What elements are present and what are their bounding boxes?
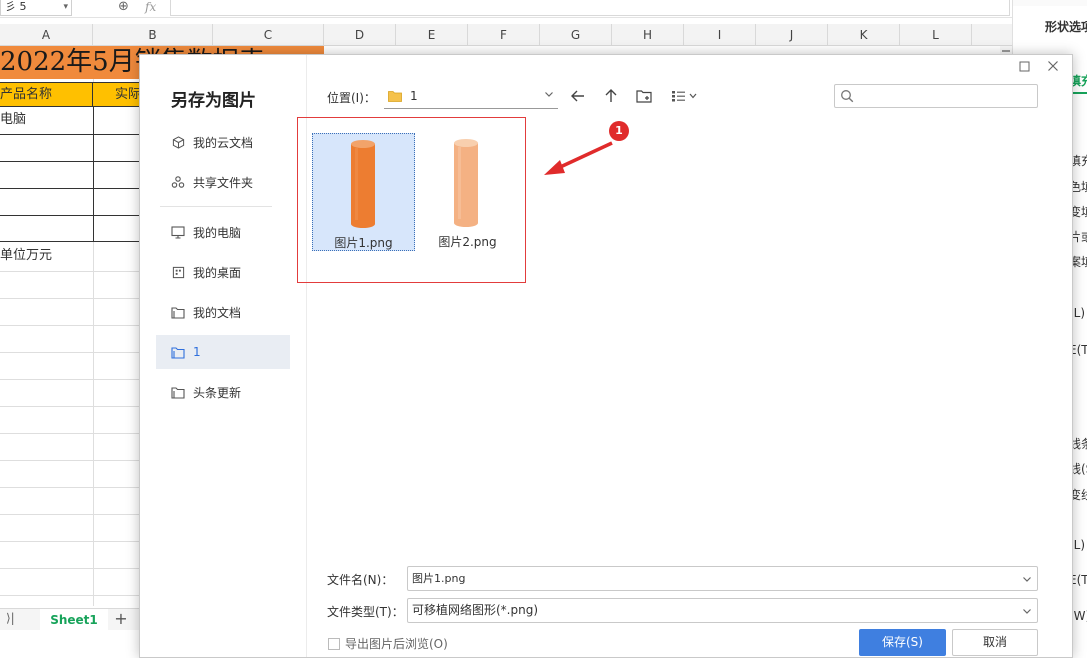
- arrow-up-icon: [605, 89, 617, 102]
- column-header-a[interactable]: A: [0, 24, 93, 46]
- up-folder-button[interactable]: [600, 86, 622, 106]
- folder-icon: [171, 345, 185, 359]
- unit-cell[interactable]: 单位万元: [0, 243, 52, 269]
- chevron-down-icon[interactable]: [1022, 574, 1032, 584]
- nav-label: 我的云文档: [193, 135, 254, 150]
- nav-label: 我的桌面: [193, 265, 242, 280]
- header-row: 产品名称 实际: [0, 82, 141, 107]
- cube-icon: [171, 135, 185, 149]
- save-button[interactable]: 保存(S): [859, 629, 946, 656]
- cylinder-thumbnail-icon: [351, 140, 375, 228]
- formula-bar: 彡 5 ▾ ⊕ fx: [0, 0, 1087, 18]
- back-button[interactable]: [567, 86, 589, 106]
- task-pane-title: 形状选项: [1045, 20, 1087, 34]
- column-header-b[interactable]: B: [93, 24, 213, 46]
- new-folder-button[interactable]: [633, 86, 655, 106]
- file-name: 图片1.png: [334, 236, 393, 250]
- cell-a3[interactable]: 电脑: [0, 107, 26, 133]
- file-item-picture2[interactable]: 图片2.png: [416, 133, 519, 251]
- nav-my-documents[interactable]: 我的文档: [156, 295, 290, 329]
- nav-label: 1: [193, 345, 201, 359]
- fx-label[interactable]: fx: [145, 0, 156, 14]
- folder-icon: [171, 385, 185, 399]
- dialog-sidebar: 另存为图片 我的云文档 共享文件夹 我的电脑 我的桌面 我的文档 1 头条更新: [140, 55, 307, 657]
- filename-value: 图片1.png: [412, 572, 466, 585]
- nav-label: 头条更新: [193, 385, 242, 400]
- filetype-label: 文件类型(T)：: [327, 605, 404, 619]
- name-box-value: 彡 5: [5, 0, 27, 13]
- column-header-h[interactable]: H: [612, 24, 684, 46]
- column-header-k[interactable]: K: [828, 24, 900, 46]
- last-sheet-icon[interactable]: ⟩|: [6, 611, 15, 625]
- filetype-select[interactable]: 可移植网络图形(*.png): [407, 598, 1038, 623]
- location-label: 位置(I)：: [327, 91, 376, 105]
- cancel-button[interactable]: 取消: [952, 629, 1038, 656]
- data-block: 电脑: [0, 107, 140, 242]
- file-item-picture1[interactable]: 图片1.png: [312, 133, 415, 251]
- file-name: 图片2.png: [438, 235, 497, 249]
- chevron-down-icon[interactable]: ▾: [63, 0, 68, 14]
- name-box[interactable]: 彡 5 ▾: [0, 0, 72, 16]
- desktop-icon: [171, 265, 185, 279]
- chevron-down-icon: [545, 92, 553, 97]
- nav-shared-folder[interactable]: 共享文件夹: [156, 165, 290, 199]
- nav-label: 共享文件夹: [193, 175, 254, 190]
- annotation-badge: 1: [609, 121, 629, 141]
- filename-field[interactable]: 图片1.png: [407, 566, 1038, 591]
- search-input[interactable]: [834, 84, 1038, 108]
- formula-input[interactable]: [170, 0, 1010, 16]
- filename-label: 文件名(N)：: [327, 573, 394, 587]
- nav-label: 我的文档: [193, 305, 242, 320]
- list-view-icon: [672, 91, 697, 102]
- browse-after-export-checkbox[interactable]: 导出图片后浏览(O): [328, 635, 448, 652]
- annotation-arrow-icon: [544, 141, 613, 175]
- dialog-title: 另存为图片: [171, 91, 256, 111]
- share-icon: [171, 175, 185, 189]
- folder-icon: [388, 90, 402, 102]
- view-mode-button[interactable]: [670, 86, 700, 106]
- header-product-name[interactable]: 产品名称: [0, 83, 93, 106]
- cylinder-thumbnail-icon: [454, 139, 478, 227]
- nav-my-computer[interactable]: 我的电脑: [156, 215, 290, 249]
- column-header-d[interactable]: D: [324, 24, 396, 46]
- tab-sheet1[interactable]: Sheet1: [40, 609, 108, 631]
- browse-after-export-label: 导出图片后浏览(O): [345, 637, 448, 651]
- column-header-f[interactable]: F: [468, 24, 540, 46]
- add-sheet-button[interactable]: +: [112, 609, 130, 631]
- nav-toutiao-updates[interactable]: 头条更新: [156, 375, 290, 409]
- column-header-l[interactable]: L: [900, 24, 972, 46]
- header-actual[interactable]: 实际: [115, 83, 141, 106]
- save-as-picture-dialog: 另存为图片 我的云文档 共享文件夹 我的电脑 我的桌面 我的文档 1 头条更新 …: [139, 54, 1073, 658]
- nav-divider: [160, 206, 272, 207]
- maximize-icon: [1019, 61, 1029, 71]
- zoom-icon[interactable]: ⊕: [118, 0, 129, 14]
- location-value: 1: [410, 88, 418, 103]
- nav-my-desktop[interactable]: 我的桌面: [156, 255, 290, 289]
- location-select[interactable]: 1: [384, 83, 558, 109]
- close-icon: [1048, 61, 1058, 71]
- folder-icon: [171, 305, 185, 319]
- nav-folder-1[interactable]: 1: [156, 335, 290, 369]
- nav-cloud-docs[interactable]: 我的云文档: [156, 125, 290, 159]
- checkbox-box[interactable]: [328, 637, 340, 650]
- column-header-c[interactable]: C: [213, 24, 324, 46]
- maximize-button[interactable]: [1016, 58, 1032, 74]
- search-icon: [841, 90, 854, 103]
- arrow-left-icon: [571, 90, 584, 102]
- close-button[interactable]: [1045, 58, 1061, 74]
- column-headers: A B C D E F G H I J K L: [0, 24, 1012, 46]
- column-header-i[interactable]: I: [684, 24, 756, 46]
- filetype-value: 可移植网络图形(*.png): [412, 603, 539, 617]
- column-header-g[interactable]: G: [540, 24, 612, 46]
- column-header-j[interactable]: J: [756, 24, 828, 46]
- monitor-icon: [171, 225, 185, 239]
- chevron-down-icon: [1023, 609, 1031, 614]
- new-folder-icon: [635, 89, 652, 103]
- nav-label: 我的电脑: [193, 225, 242, 240]
- column-header-e[interactable]: E: [396, 24, 468, 46]
